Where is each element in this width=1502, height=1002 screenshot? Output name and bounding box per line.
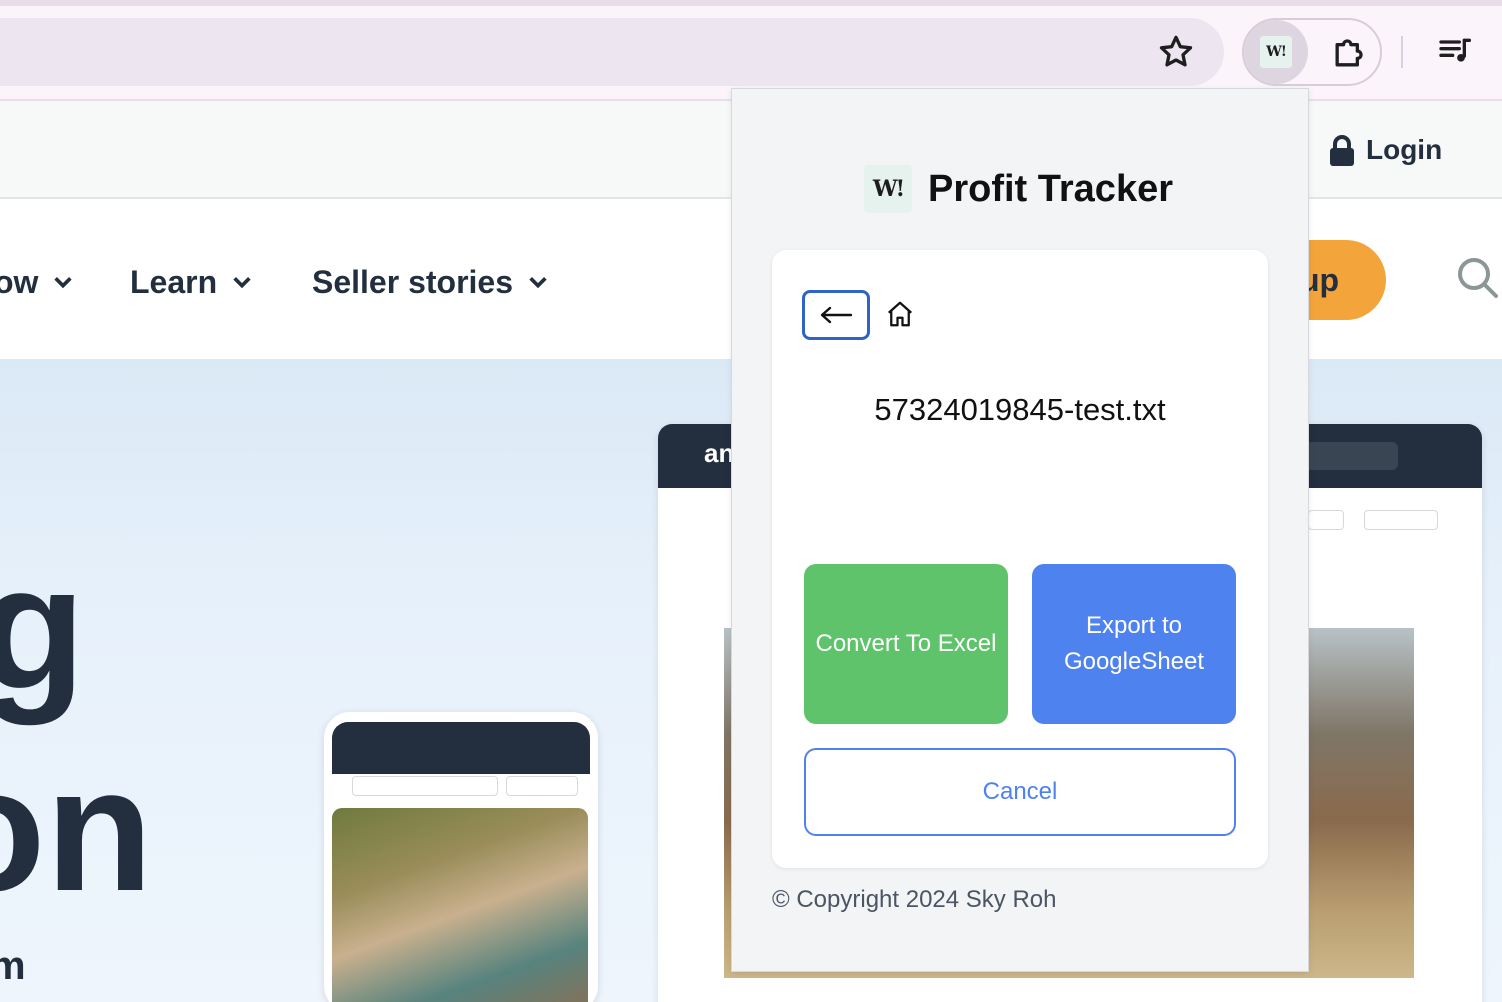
popup-logo: W! [864, 165, 912, 213]
nav-item-label: Learn [130, 263, 218, 300]
desktop-mockup-logo: an [704, 438, 735, 468]
chevron-down-icon [54, 277, 73, 289]
phone-mockup-photo [332, 808, 588, 1002]
cancel-button[interactable]: Cancel [804, 748, 1236, 836]
puzzle-icon[interactable] [1328, 30, 1372, 74]
lock-icon [1330, 135, 1354, 166]
nav-item-label: Seller stories [312, 263, 513, 300]
search-icon[interactable] [1454, 254, 1502, 302]
hero-subtext: m [0, 944, 26, 988]
desktop-mockup-search [1298, 442, 1398, 470]
popup-header: W! Profit Tracker [864, 164, 1173, 214]
toolbar-separator [1401, 36, 1403, 68]
popup-title: Profit Tracker [928, 167, 1173, 210]
extension-logo[interactable]: W! [1260, 36, 1292, 68]
convert-to-excel-button[interactable]: Convert To Excel [804, 564, 1008, 724]
nav-item-label: ow [0, 263, 39, 300]
home-icon [888, 301, 912, 327]
back-arrow-icon [820, 306, 853, 324]
tab-strip [0, 0, 1502, 6]
phone-mockup-header [332, 722, 590, 774]
phone-mockup-search [352, 776, 498, 796]
nav-item-seller-stories[interactable]: Seller stories [312, 262, 549, 302]
phone-mockup-field [506, 776, 578, 796]
home-button[interactable] [882, 296, 918, 332]
star-icon[interactable] [1156, 32, 1196, 72]
chevron-down-icon [529, 277, 547, 289]
nav-item-grow[interactable]: ow [0, 262, 74, 302]
export-to-googlesheet-button[interactable]: Export to GoogleSheet [1032, 564, 1236, 724]
phone-mockup-image [324, 712, 598, 1002]
desktop-mockup-field [1364, 510, 1438, 530]
nav-item-learn[interactable]: Learn [130, 262, 253, 302]
desktop-mockup-field [1308, 510, 1344, 530]
login-label: Login [1366, 134, 1443, 165]
back-button[interactable] [802, 290, 870, 340]
media-queue-icon[interactable] [1436, 32, 1476, 72]
selected-file-name: 57324019845-test.txt [874, 392, 1166, 427]
hero-headline-line-2: on [0, 732, 154, 928]
chevron-down-icon [233, 277, 251, 289]
address-bar[interactable] [0, 18, 1224, 86]
copyright-text: © Copyright 2024 Sky Roh [772, 886, 1057, 913]
hero-headline-line-1: g [0, 530, 86, 726]
login-link[interactable]: Login [1328, 130, 1442, 170]
